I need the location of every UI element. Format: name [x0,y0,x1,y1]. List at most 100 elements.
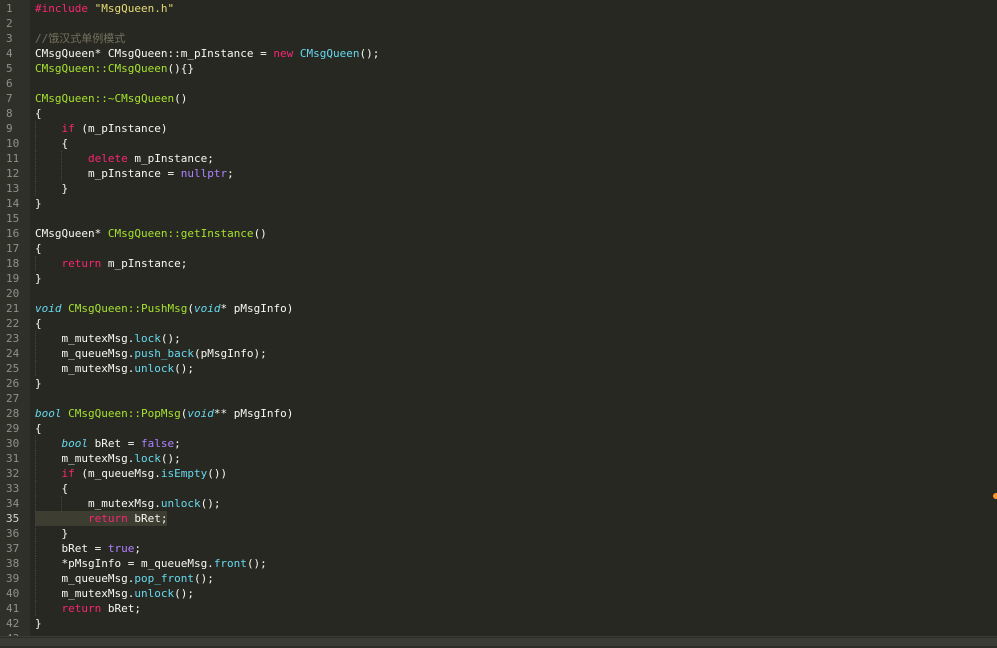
code-token: push_back [134,347,194,360]
line-number: 33 [6,482,20,495]
code-line[interactable]: 38 *pMsgInfo = m_queueMsg.front(); [0,556,997,571]
code-text: bool bRet = false; [35,436,181,451]
line-number: 24 [6,347,20,360]
code-line[interactable]: 39 m_queueMsg.pop_front(); [0,571,997,586]
line-number: 13 [6,182,20,195]
code-token: new [273,47,294,60]
line-number: 6 [6,77,13,90]
code-text: if (m_queueMsg.isEmpty()) [35,466,228,481]
code-line[interactable]: 18 return m_pInstance; [0,256,997,271]
code-text: m_queueMsg.push_back(pMsgInfo); [35,346,266,361]
code-token: { [35,482,69,495]
code-token: (); [174,587,194,600]
code-line[interactable]: 26} [0,376,997,391]
code-line[interactable]: 3 //饿汉式单例模式 [0,31,997,46]
code-token: front [213,557,247,570]
code-line[interactable]: 15 [0,211,997,226]
code-token: pop_front [134,572,194,585]
code-line[interactable]: 14} [0,196,997,211]
code-token: (); [160,452,181,465]
code-token: if [61,467,75,480]
code-line[interactable]: 10 { [0,136,997,151]
line-number: 1 [6,2,13,15]
code-token: isEmpty [160,467,208,480]
horizontal-scrollbar-thumb[interactable] [0,638,997,646]
line-number: 14 [6,197,20,210]
code-text: m_mutexMsg.unlock(); [35,496,221,511]
code-text: { [35,241,42,256]
code-line[interactable]: 35 return bRet; [0,511,997,526]
code-token: return [87,512,128,525]
code-line[interactable]: 40 m_mutexMsg.unlock(); [0,586,997,601]
code-line[interactable]: 27 [0,391,997,406]
code-line[interactable]: 29 { [0,421,997,436]
code-line[interactable]: 11 delete m_pInstance; [0,151,997,166]
code-token: void [35,302,62,315]
code-token: unlock [134,362,175,375]
code-line[interactable]: 21 void CMsgQueen::PushMsg(void* pMsgInfo… [0,301,997,316]
code-token: m_mutexMsg. [35,497,161,510]
code-line[interactable]: 23 m_mutexMsg.lock(); [0,331,997,346]
line-number: 20 [6,287,20,300]
code-line[interactable]: 2 [0,16,997,31]
code-line[interactable]: 16 CMsgQueen* CMsgQueen::getInstance() [0,226,997,241]
code-line[interactable]: 8{ [0,106,997,121]
code-token: } [35,272,42,285]
code-line[interactable]: 36 } [0,526,997,541]
code-line[interactable]: 32 if (m_queueMsg.isEmpty()) [0,466,997,481]
code-token: m_mutexMsg. [35,362,135,375]
code-line[interactable]: 22 { [0,316,997,331]
code-line[interactable]: 19} [0,271,997,286]
code-token: () [174,92,188,105]
line-number: 12 [6,167,20,180]
code-line[interactable]: 1 #include "MsgQueen.h" [0,1,997,16]
code-line[interactable]: 4 CMsgQueen* CMsgQueen::m_pInstance = new… [0,46,997,61]
code-line[interactable]: 25 m_mutexMsg.unlock(); [0,361,997,376]
code-line[interactable]: 30 bool bRet = false; [0,436,997,451]
code-line[interactable]: 37 bRet = true; [0,541,997,556]
code-line[interactable]: 33 { [0,481,997,496]
code-text: } [35,271,42,286]
code-line[interactable]: 24 m_queueMsg.push_back(pMsgInfo); [0,346,997,361]
code-line[interactable]: 9 if (m_pInstance) [0,121,997,136]
code-text: } [35,616,42,631]
code-line[interactable]: 6 [0,76,997,91]
code-text: return m_pInstance; [35,256,188,271]
code-line[interactable]: 41 return bRet; [0,601,997,616]
code-line[interactable]: 13 } [0,181,997,196]
line-number: 16 [6,227,20,240]
code-line[interactable]: 7 CMsgQueen::~CMsgQueen() [0,91,997,106]
code-line[interactable]: 5 CMsgQueen::CMsgQueen(){} [0,61,997,76]
code-line[interactable]: 28 bool CMsgQueen::PopMsg(void** pMsgInfo… [0,406,997,421]
code-text: { [35,136,68,151]
line-number: 35 [6,512,20,525]
code-line[interactable]: 34 m_mutexMsg.unlock(); [0,496,997,511]
code-token: ; [227,167,234,180]
code-text: m_mutexMsg.unlock(); [35,586,194,601]
line-number: 36 [6,527,20,540]
code-token: { [35,137,69,150]
code-line[interactable]: 42} [0,616,997,631]
code-token: () [253,227,267,240]
code-token: *pMsgInfo = m_queueMsg. [35,557,214,570]
code-text: { [35,316,42,331]
code-area[interactable]: 1 #include "MsgQueen.h" 2 3//饿汉式单例模式 4 CMsgQu… [0,0,997,645]
code-line[interactable]: 31 m_mutexMsg.lock(); [0,451,997,466]
code-text: CMsgQueen* CMsgQueen::m_pInstance = new … [35,46,379,61]
code-text: return bRet; [35,601,142,616]
line-number: 15 [6,212,20,225]
line-number: 42 [6,617,20,630]
code-line[interactable]: 12 m_pInstance = nullptr; [0,166,997,181]
code-token: nullptr [180,167,228,180]
line-number: 31 [6,452,20,465]
code-line[interactable]: 20 [0,286,997,301]
horizontal-scrollbar[interactable] [0,636,997,648]
code-text: //饿汉式单例模式 [35,31,125,46]
code-line[interactable]: 17 { [0,241,997,256]
code-editor[interactable]: 1 #include "MsgQueen.h" 2 3//饿汉式单例模式 4 CMsgQu… [0,0,997,648]
code-token: } [35,197,42,210]
code-token: bRet; [127,512,168,525]
line-number: 21 [6,302,20,315]
